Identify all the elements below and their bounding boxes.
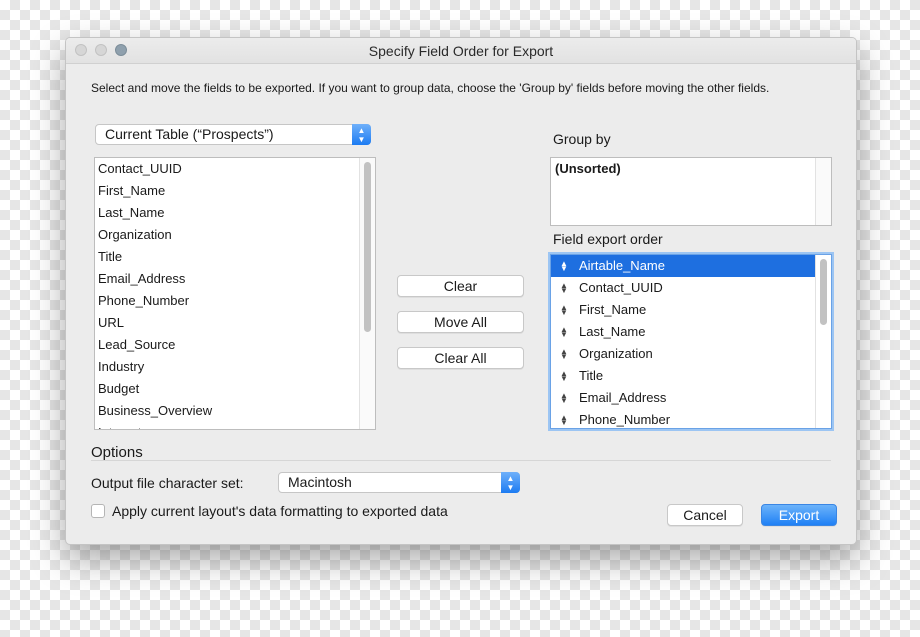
- field-export-order-list[interactable]: ▲ ▼ Airtable_Name ▲ ▼ Contact_UUID ▲ ▼ First_Nam…: [550, 254, 832, 429]
- drag-handle-icon[interactable]: ▲ ▼: [560, 299, 568, 317]
- available-field-item[interactable]: Title: [95, 246, 375, 268]
- available-fields-list[interactable]: Contact_UUID First_Name Last_Name Organizat…: [94, 157, 376, 430]
- export-order-item-label: Airtable_Name: [579, 258, 665, 273]
- export-order-item[interactable]: ▲ ▼ First_Name: [551, 299, 815, 321]
- export-order-item-label: Title: [579, 368, 604, 383]
- charset-dropdown[interactable]: Macintosh ▲ ▼: [278, 472, 520, 493]
- available-field-item[interactable]: Organization: [95, 224, 375, 246]
- export-order-item[interactable]: ▲ ▼ Email_Address: [551, 387, 815, 409]
- drag-handle-icon[interactable]: ▲ ▼: [560, 321, 568, 339]
- drag-handle-icon[interactable]: ▲ ▼: [560, 409, 568, 427]
- cancel-button[interactable]: Cancel: [667, 504, 743, 526]
- apply-formatting-checkbox[interactable]: [91, 504, 105, 518]
- drag-handle-icon[interactable]: ▲ ▼: [560, 277, 568, 295]
- group-by-scrollbar[interactable]: [815, 158, 831, 225]
- export-dialog-window: Specify Field Order for Export Select an…: [65, 37, 857, 545]
- move-all-button[interactable]: Move All: [397, 311, 524, 333]
- available-field-item[interactable]: Contact_UUID: [95, 158, 375, 180]
- export-order-item-label: Email_Address: [579, 390, 667, 405]
- chevron-updown-icon: ▲ ▼: [352, 124, 371, 145]
- export-order-item-label: Last_Name: [579, 324, 646, 339]
- options-label: Options: [91, 444, 143, 461]
- export-order-item-label: Contact_UUID: [579, 280, 663, 295]
- group-by-item[interactable]: (Unsorted): [551, 158, 831, 180]
- export-order-item[interactable]: ▲ ▼ Last_Name: [551, 321, 815, 343]
- instructions-text: Select and move the fields to be exporte…: [91, 81, 770, 95]
- available-field-item[interactable]: Interests: [95, 422, 375, 429]
- available-field-item[interactable]: Business_Overview: [95, 400, 375, 422]
- export-order-item[interactable]: ▲ ▼ Title: [551, 365, 815, 387]
- available-field-item[interactable]: Lead_Source: [95, 334, 375, 356]
- available-fields-scrollbar[interactable]: [359, 158, 375, 429]
- available-field-item[interactable]: Email_Address: [95, 268, 375, 290]
- apply-formatting-label: Apply current layout's data formatting t…: [112, 503, 448, 519]
- scroll-thumb[interactable]: [364, 162, 371, 332]
- scroll-thumb[interactable]: [820, 259, 827, 325]
- drag-handle-icon[interactable]: ▲ ▼: [560, 343, 568, 361]
- available-field-item[interactable]: Last_Name: [95, 202, 375, 224]
- drag-handle-icon[interactable]: ▲ ▼: [560, 387, 568, 405]
- options-separator: [91, 460, 831, 461]
- export-order-item-label: First_Name: [579, 302, 647, 317]
- export-order-item[interactable]: ▲ ▼ Phone_Number: [551, 409, 815, 428]
- export-order-item-label: Organization: [579, 346, 653, 361]
- chevron-updown-icon: ▲ ▼: [501, 472, 520, 493]
- drag-handle-icon[interactable]: ▲ ▼: [560, 255, 568, 273]
- export-order-item-label: Phone_Number: [579, 412, 671, 427]
- export-button[interactable]: Export: [761, 504, 837, 526]
- available-field-item[interactable]: URL: [95, 312, 375, 334]
- charset-value: Macintosh: [288, 474, 352, 490]
- available-field-item[interactable]: Phone_Number: [95, 290, 375, 312]
- export-order-item[interactable]: ▲ ▼ Airtable_Name: [551, 255, 815, 277]
- title-bar: Specify Field Order for Export: [66, 38, 856, 64]
- drag-handle-icon[interactable]: ▲ ▼: [560, 365, 568, 383]
- charset-label: Output file character set:: [91, 475, 244, 491]
- clear-all-button[interactable]: Clear All: [397, 347, 524, 369]
- group-by-list[interactable]: (Unsorted): [550, 157, 832, 226]
- table-selector-dropdown[interactable]: Current Table (“Prospects”) ▲ ▼: [95, 124, 371, 145]
- table-selector-value: Current Table (“Prospects”): [105, 126, 274, 142]
- export-order-item[interactable]: ▲ ▼ Organization: [551, 343, 815, 365]
- export-order-item[interactable]: ▲ ▼ Contact_UUID: [551, 277, 815, 299]
- available-field-item[interactable]: Budget: [95, 378, 375, 400]
- group-by-label: Group by: [553, 131, 611, 147]
- available-field-item[interactable]: Industry: [95, 356, 375, 378]
- available-field-item[interactable]: First_Name: [95, 180, 375, 202]
- window-title: Specify Field Order for Export: [368, 43, 554, 59]
- field-export-order-label: Field export order: [553, 231, 663, 247]
- clear-button[interactable]: Clear: [397, 275, 524, 297]
- export-order-scrollbar[interactable]: [815, 255, 831, 428]
